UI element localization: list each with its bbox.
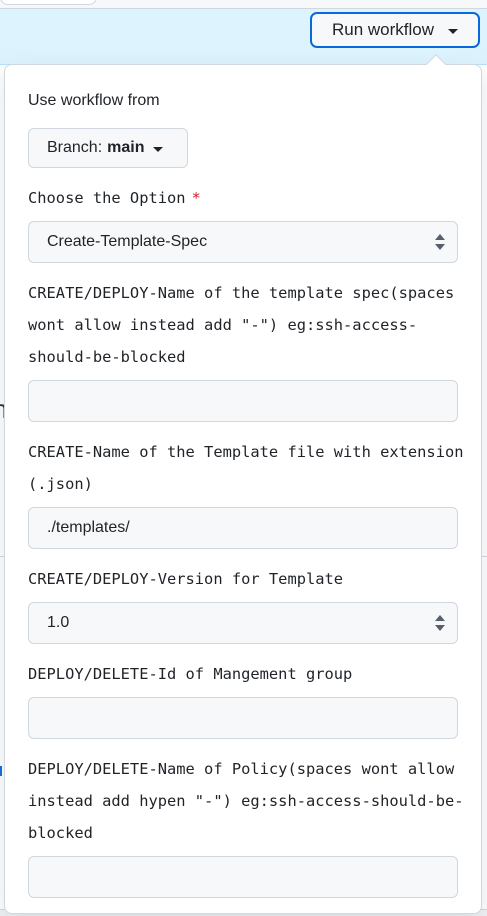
branch-prefix: Branch: (47, 139, 103, 156)
chevron-down-icon (448, 28, 459, 34)
template-spec-name-input[interactable] (28, 380, 458, 422)
option-select[interactable]: Create-Template-Spec (28, 221, 458, 263)
option-label: Choose the Option * (28, 182, 468, 214)
policy-name-label: DEPLOY/DELETE-Name of Policy(spaces wont… (28, 760, 464, 842)
background-tab (0, 0, 97, 5)
template-file-name-input[interactable]: ./templates/ (28, 507, 458, 549)
management-group-id-input[interactable] (28, 697, 458, 739)
template-spec-name-label: CREATE/DEPLOY-Name of the template spec(… (28, 284, 455, 366)
management-group-id-label: DEPLOY/DELETE-Id of Mangement group (28, 665, 353, 683)
template-file-name-value: ./templates/ (47, 519, 130, 536)
branch-name: main (107, 139, 145, 156)
use-workflow-from-label: Use workflow from (28, 92, 160, 109)
template-version-value: 1.0 (47, 614, 70, 631)
run-workflow-button[interactable]: Run workflow (310, 12, 480, 48)
select-updown-icon (435, 615, 445, 631)
background-top-strip (0, 0, 487, 9)
template-file-name-label: CREATE-Name of the Template file with ex… (28, 443, 464, 493)
required-mark: * (191, 189, 201, 207)
template-version-label: CREATE/DEPLOY-Version for Template (28, 570, 344, 588)
template-version-select[interactable]: 1.0 (28, 602, 458, 644)
branch-select-button[interactable]: Branch: main (28, 128, 188, 168)
policy-name-input[interactable] (28, 856, 458, 898)
workflow-dispatch-page: n Run workflow Use workflow from Branch:… (0, 0, 487, 916)
background-link-fragment (0, 766, 2, 776)
option-label-text: Choose the Option (28, 189, 186, 207)
select-updown-icon (435, 234, 445, 250)
chevron-down-icon (153, 146, 164, 152)
run-workflow-label: Run workflow (331, 20, 435, 39)
option-select-value: Create-Template-Spec (47, 233, 208, 250)
